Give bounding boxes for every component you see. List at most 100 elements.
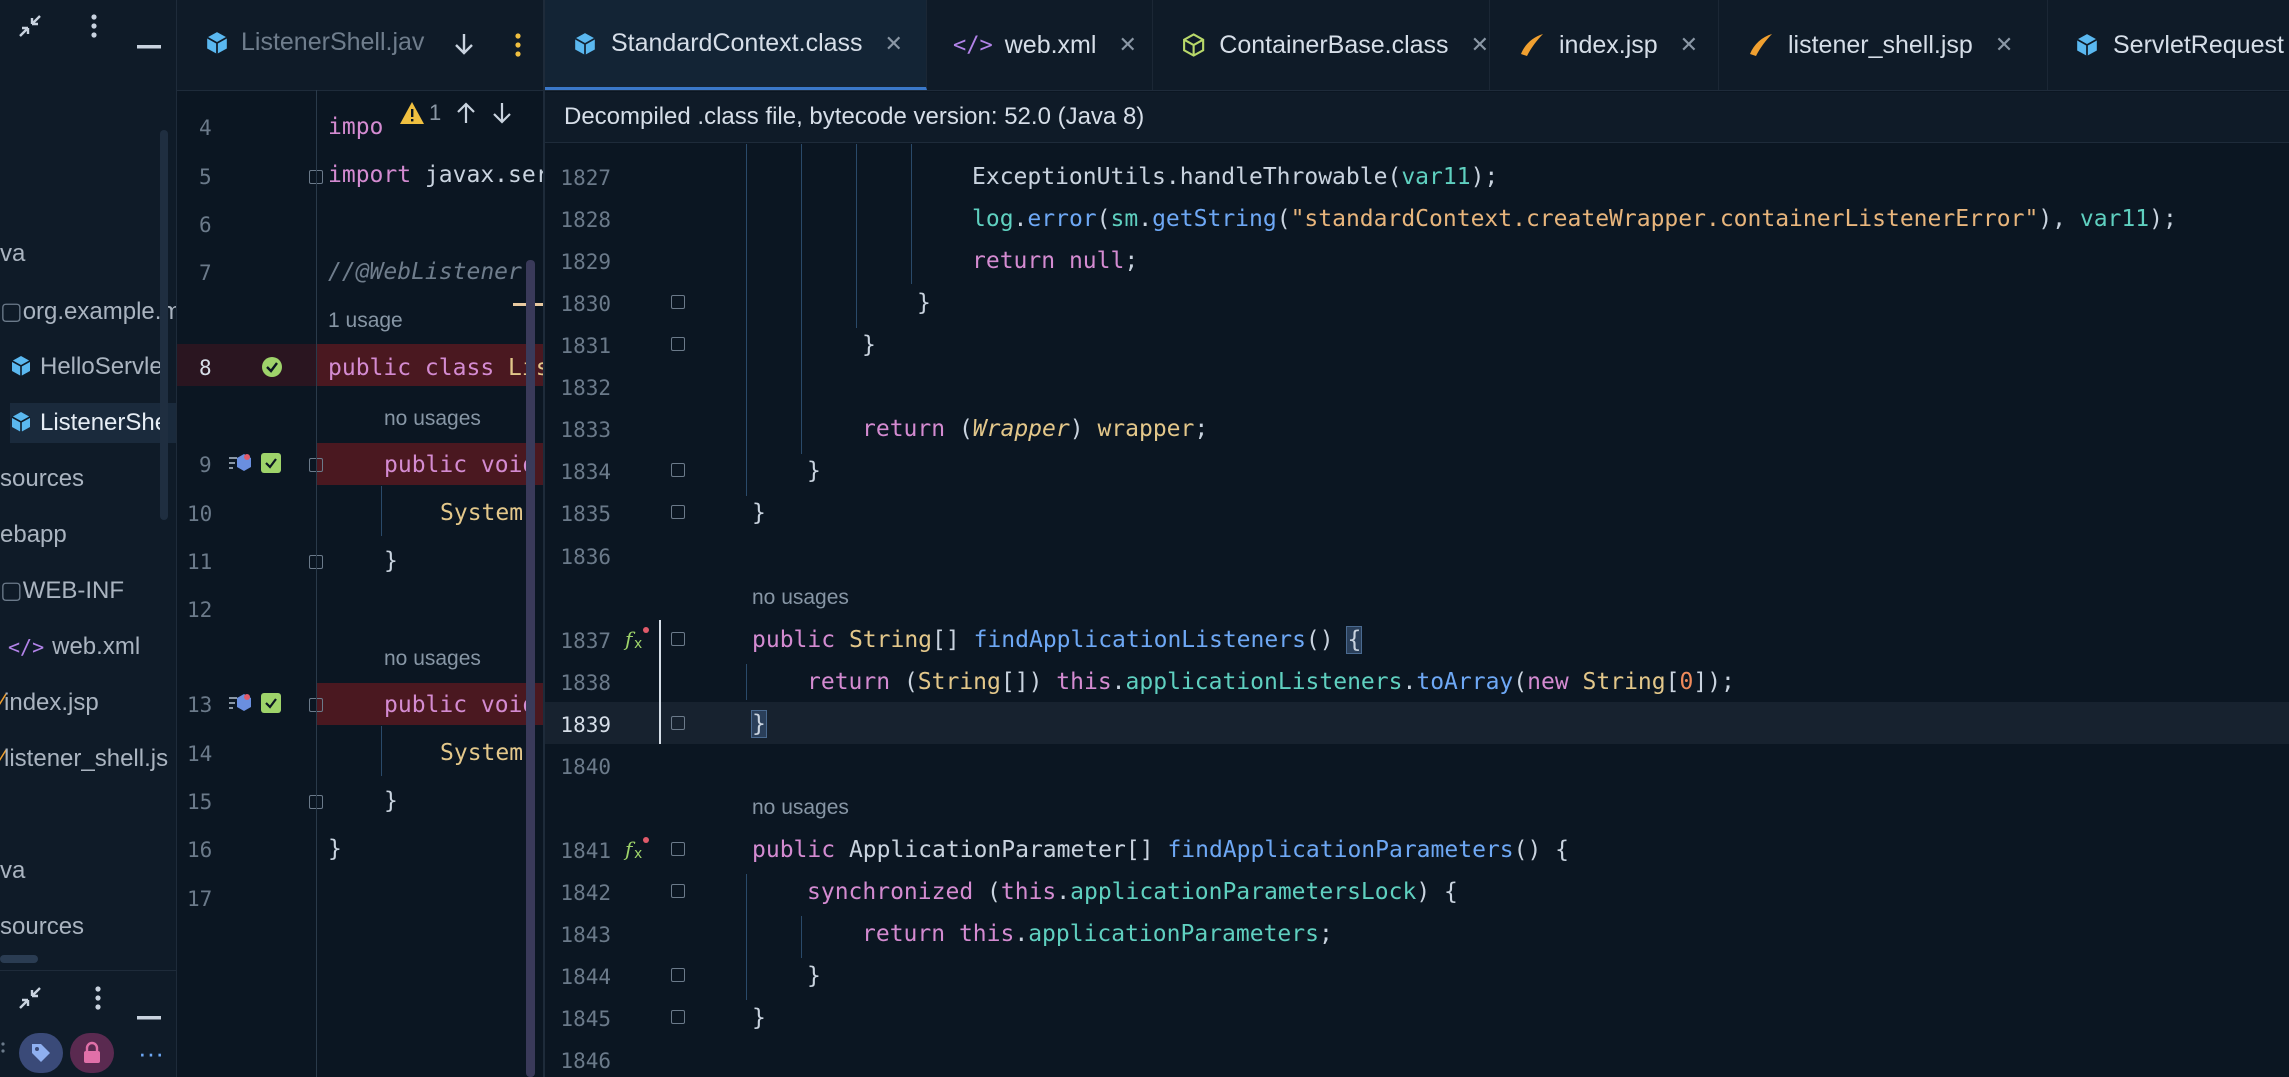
tab-listenershelljsp[interactable]: listener_shell.jsp ✕: [1718, 0, 2048, 90]
minimize-icon[interactable]: [137, 996, 161, 1027]
tree-item-indexjsp[interactable]: ⁄index.jsp: [0, 683, 99, 723]
collapse-icon[interactable]: [16, 984, 44, 1019]
lock-icon[interactable]: [70, 1033, 114, 1073]
override-icon[interactable]: [227, 692, 253, 718]
tab-standardcontext[interactable]: StandardContext.class ✕: [545, 0, 927, 90]
code-line-1839[interactable]: }: [751, 710, 767, 738]
tree-item-resources-test[interactable]: sources: [0, 907, 84, 947]
close-icon[interactable]: ✕: [1680, 32, 1698, 58]
override-icon[interactable]: [227, 452, 253, 478]
usage-hint[interactable]: no usages: [384, 407, 481, 431]
code-line-1844[interactable]: }: [807, 963, 821, 989]
function-icon[interactable]: fx: [623, 834, 651, 866]
close-icon[interactable]: ✕: [1995, 32, 2013, 58]
fold-marker[interactable]: [671, 295, 685, 309]
fold-marker[interactable]: [671, 716, 685, 730]
code-line-4[interactable]: impo: [328, 114, 383, 140]
tree-item-webapp[interactable]: ebapp: [0, 515, 67, 555]
checkbox-checked-icon[interactable]: [261, 453, 281, 477]
vertical-scrollbar[interactable]: [160, 130, 168, 520]
function-icon[interactable]: fx: [623, 624, 651, 656]
minimize-icon[interactable]: [137, 25, 161, 56]
code-line-16[interactable]: }: [328, 836, 342, 862]
fold-marker[interactable]: [671, 968, 685, 982]
tag-icon[interactable]: [19, 1033, 63, 1073]
usage-hint[interactable]: no usages: [752, 586, 849, 610]
line-number: 1833: [560, 418, 611, 442]
code-line-1833[interactable]: return (Wrapper) wrapper;: [862, 416, 1208, 442]
tree-item-helloservlet[interactable]: HelloServle: [10, 347, 163, 387]
code-line-13[interactable]: public void: [384, 692, 536, 718]
code-line-5[interactable]: import javax.ser: [328, 162, 543, 188]
fold-marker[interactable]: [671, 337, 685, 351]
code-line-7[interactable]: //@WebListener: [328, 259, 522, 285]
code-line-1837[interactable]: public String[] findApplicationListeners…: [752, 626, 1363, 654]
line-number: 8: [199, 356, 212, 380]
code-token: this: [958, 921, 1015, 947]
tab-listenershell[interactable]: ListenerShell.jav: [205, 28, 424, 57]
tree-item-java[interactable]: va: [0, 234, 25, 274]
tree-item-webxml[interactable]: </> web.xml: [8, 627, 140, 667]
tree-item-webinf[interactable]: ▢WEB-INF: [0, 571, 124, 611]
code-line-1845[interactable]: }: [752, 1005, 766, 1031]
tab-indexjsp[interactable]: index.jsp ✕: [1489, 0, 1719, 90]
more-vertical-icon[interactable]: [514, 32, 522, 62]
code-line-1834[interactable]: }: [807, 458, 821, 484]
code-line-10[interactable]: System.: [440, 500, 537, 526]
usage-hint[interactable]: no usages: [752, 796, 849, 820]
line-number: 1842: [560, 881, 611, 905]
collapse-icon[interactable]: [16, 12, 44, 47]
code-line-15[interactable]: }: [384, 788, 398, 814]
tree-item-resources[interactable]: sources: [0, 459, 84, 499]
code-token: .: [1014, 921, 1029, 947]
code-token: sm: [1110, 206, 1139, 232]
code-line-1838[interactable]: return (String[]) this.applicationListen…: [807, 669, 1735, 695]
tab-containerbase[interactable]: ContainerBase.class ✕: [1152, 0, 1490, 90]
more-horizontal-icon[interactable]: ···: [138, 1038, 164, 1069]
check-circle-icon[interactable]: [261, 356, 283, 382]
tree-item-listenershelljsp[interactable]: ⁄listener_shell.js: [0, 739, 168, 779]
tab-webxml[interactable]: </> web.xml ✕: [927, 0, 1153, 90]
code-line-1843[interactable]: return this.applicationParameters;: [862, 921, 1333, 947]
code-line-8[interactable]: public class Lis: [328, 355, 543, 381]
checkbox-checked-icon[interactable]: [261, 693, 281, 717]
fold-marker[interactable]: [671, 1010, 685, 1024]
tree-item-package[interactable]: ▢org.example.m: [0, 292, 176, 332]
close-icon[interactable]: ✕: [1118, 32, 1136, 58]
code-line-14[interactable]: System.: [440, 740, 537, 766]
horizontal-scrollbar[interactable]: [0, 955, 38, 963]
code-line-11[interactable]: }: [384, 548, 398, 574]
code-line-1831[interactable]: }: [862, 332, 876, 358]
tab-servletrequest[interactable]: ServletRequest: [2047, 0, 2289, 90]
usage-hint[interactable]: no usages: [384, 647, 481, 671]
close-icon[interactable]: ✕: [885, 31, 903, 57]
code-token: import: [328, 162, 412, 188]
more-vertical-icon[interactable]: [90, 12, 98, 47]
tree-item-java-test[interactable]: va: [0, 851, 25, 891]
arrow-down-icon[interactable]: [453, 32, 475, 60]
code-line-1835[interactable]: }: [752, 500, 766, 526]
fold-marker[interactable]: [671, 842, 685, 856]
code-line-1830[interactable]: }: [917, 290, 931, 316]
code-line-1829[interactable]: return null;: [972, 248, 1138, 274]
code-line-1828[interactable]: log.error(sm.getString("standardContext.…: [972, 206, 2177, 232]
code-token: "standardContext.createWrapper.container…: [1290, 206, 2039, 232]
arrow-up-icon[interactable]: [455, 101, 477, 125]
code-line-1842[interactable]: synchronized (this.applicationParameters…: [807, 879, 1458, 905]
arrow-down-icon[interactable]: [491, 101, 513, 125]
line-number: 4: [199, 116, 212, 140]
fold-marker[interactable]: [671, 884, 685, 898]
code-line-1841[interactable]: public ApplicationParameter[] findApplic…: [752, 837, 1569, 863]
inspection-widget[interactable]: 1: [399, 100, 513, 126]
code-line-1827[interactable]: ExceptionUtils.handleThrowable(var11);: [972, 164, 1498, 190]
fold-marker[interactable]: [671, 463, 685, 477]
code-token: public: [752, 627, 849, 653]
fold-marker[interactable]: [671, 632, 685, 646]
fold-marker[interactable]: [671, 505, 685, 519]
usage-hint[interactable]: 1 usage: [328, 309, 403, 333]
vertical-scrollbar[interactable]: [526, 260, 535, 1077]
tree-item-listenershell[interactable]: ListenerShe: [10, 403, 176, 443]
more-vertical-icon[interactable]: [94, 984, 102, 1019]
close-icon[interactable]: ✕: [1471, 32, 1489, 58]
code-line-9[interactable]: public void: [384, 452, 536, 478]
